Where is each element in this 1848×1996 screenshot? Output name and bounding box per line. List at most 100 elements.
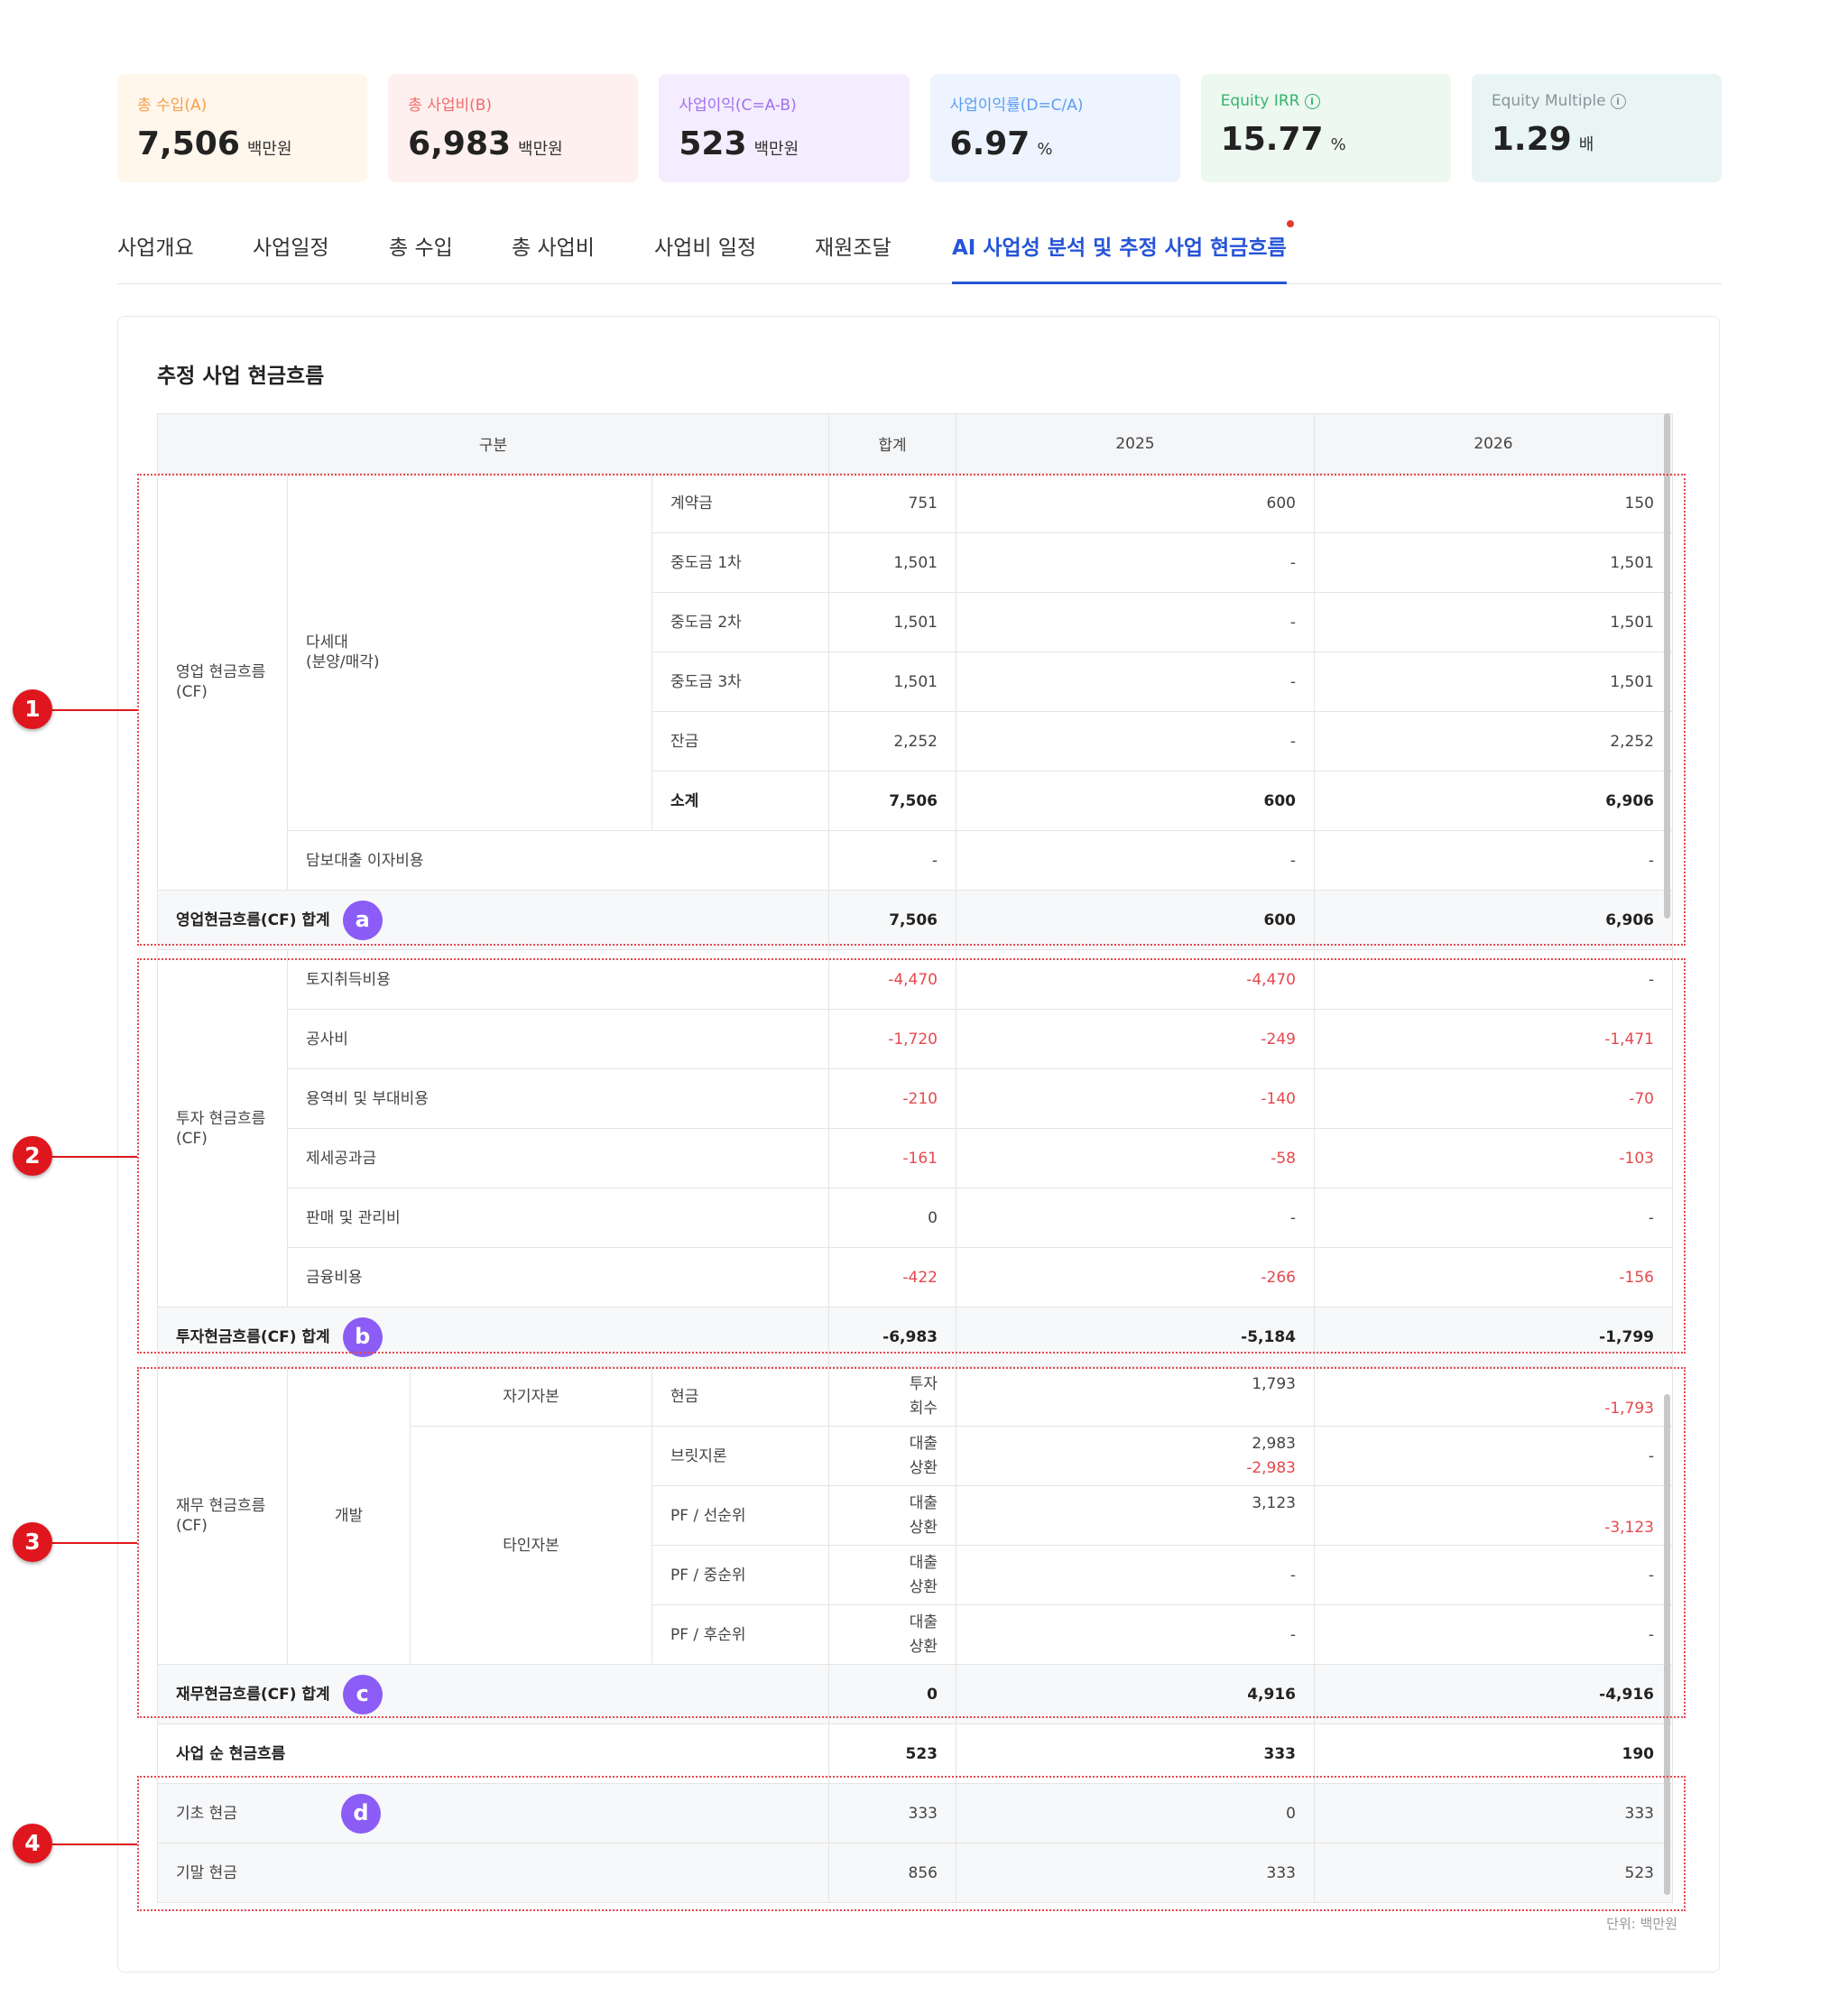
row-label: 제세공과금 <box>287 1128 829 1188</box>
badge-b: b <box>342 1317 383 1357</box>
tab-cost-schedule[interactable]: 사업비 일정 <box>654 226 756 282</box>
investing-total-label: 투자현금흐름(CF) 합계 b <box>157 1307 829 1367</box>
kpi-unit: 백만원 <box>753 140 799 159</box>
cell-total: 333 <box>828 1783 956 1844</box>
cell-2025: -249 <box>956 1009 1315 1069</box>
row-label: 계약금 <box>651 473 829 533</box>
cell-total: 751 <box>828 473 956 533</box>
kpi-summary: 총 수입(A) 7,506 백만원 총 사업비(B) 6,983 백만원 사업이익(… <box>117 74 1723 182</box>
tab-total-revenue[interactable]: 총 수입 <box>389 226 453 282</box>
table-row: 공사비 -1,720 -249 -1,471 <box>158 1009 1673 1069</box>
cell-2026: 333 <box>1314 1783 1673 1844</box>
cell-2026: 190 <box>1314 1723 1673 1784</box>
unit-note: 단위: 백만원 <box>1606 1916 1677 1932</box>
table-row-ending-cash: 기말 현금 856 333 523 <box>157 1843 1673 1903</box>
info-icon[interactable]: i <box>1304 93 1320 109</box>
total-label-text: 투자현금흐름(CF) 합계 <box>176 1327 330 1346</box>
table-scrollbar-top[interactable] <box>1664 413 1670 919</box>
cell-2026: 6,906 <box>1314 890 1673 950</box>
cell-2026: - <box>1314 949 1673 1010</box>
group-operating-cf: 영업 현금흐름 (CF) <box>157 473 288 891</box>
table-row: 투자 현금흐름 (CF) 토지취득비용 -4,470 -4,470 - <box>157 949 1673 1308</box>
value-a: 1,793 <box>1252 1374 1296 1393</box>
kpi-value: 6.97 <box>949 125 1030 162</box>
kpi-unit: 배 <box>1578 135 1594 154</box>
info-icon[interactable]: i <box>1610 93 1626 109</box>
kpi-card-total-cost: 총 사업비(B) 6,983 백만원 <box>388 74 639 182</box>
kpi-unit: % <box>1037 140 1053 159</box>
cell-2026: 1,501 <box>1314 651 1673 712</box>
tab-financing[interactable]: 재원조달 <box>815 226 892 282</box>
row-label: 소계 <box>651 771 829 831</box>
tab-overview[interactable]: 사업개요 <box>117 226 194 282</box>
tab-ai-analysis-label: AI 사업성 분석 및 추정 사업 현금흐름 <box>952 236 1287 260</box>
marker-line-2 <box>52 1156 137 1158</box>
panel-title: 추정 사업 현금흐름 <box>157 365 325 388</box>
cell-2026: -1,793 <box>1314 1366 1673 1427</box>
cell-total: 2,252 <box>828 711 956 772</box>
badge-d: d <box>340 1793 381 1834</box>
value-a <box>1333 1492 1654 1516</box>
tab-schedule[interactable]: 사업일정 <box>253 226 329 282</box>
row-label: 중도금 1차 <box>651 532 829 593</box>
kpi-unit: % <box>1330 135 1346 154</box>
cell-total: - <box>828 830 956 891</box>
group-financing-cf: 재무 현금흐름 (CF) <box>157 1366 288 1665</box>
cell-total: 1,501 <box>828 592 956 652</box>
row-label: 브릿지론 <box>651 1426 829 1486</box>
cell-total: 7,506 <box>828 771 956 831</box>
cell-total: 0 <box>828 1187 956 1248</box>
group-investing-cf: 투자 현금흐름 (CF) <box>157 949 288 1308</box>
table-scrollbar-bottom[interactable] <box>1664 1394 1670 1895</box>
cell-total: -1,720 <box>828 1009 956 1069</box>
cell-2026: - <box>1314 1187 1673 1248</box>
row-label: 잔금 <box>651 711 829 772</box>
table-row-operating-total: 영업현금흐름(CF) 합계 a 7,506 600 6,906 <box>157 890 1673 950</box>
cell-2026: -1,799 <box>1314 1307 1673 1367</box>
tab-total-cost[interactable]: 총 사업비 <box>512 226 595 282</box>
kpi-label: 총 수입(A) <box>137 97 208 115</box>
row-label: 담보대출 이자비용 <box>287 830 829 891</box>
value-b <box>975 1397 1296 1421</box>
tab-ai-analysis[interactable]: AI 사업성 분석 및 추정 사업 현금흐름 <box>952 220 1294 284</box>
cell-2025: 600 <box>956 890 1315 950</box>
kpi-value: 15.77 <box>1220 121 1324 158</box>
kpi-unit: 백만원 <box>518 140 563 159</box>
cell-2025: - <box>956 830 1315 891</box>
subgroup-multifamily: 다세대 (분양/매각) <box>287 473 652 831</box>
kpi-label: 사업이익률(D=C/A) <box>949 97 1084 115</box>
cell-2026: -103 <box>1314 1128 1673 1188</box>
table-row: 재무 현금흐름 (CF) 개발 자기자본 현금 투자 회수 1,793 -1,79… <box>157 1366 1673 1665</box>
cell-2026: - <box>1314 830 1673 891</box>
kpi-value: 1.29 <box>1491 121 1572 158</box>
debt-label: 타인자본 <box>410 1426 652 1665</box>
row-label: PF / 후순위 <box>651 1604 829 1665</box>
cell-total: -161 <box>828 1128 956 1188</box>
total-label-text: 재무현금흐름(CF) 합계 <box>176 1685 330 1704</box>
kpi-label: Equity Multiple i <box>1492 92 1702 110</box>
row-label: 용역비 및 부대비용 <box>287 1068 829 1129</box>
net-cashflow-label: 사업 순 현금흐름 <box>157 1723 829 1784</box>
cell-2026: 150 <box>1314 473 1673 533</box>
cell-total: 1,501 <box>828 532 956 593</box>
cell-total: -422 <box>828 1247 956 1308</box>
cell-2025: 0 <box>956 1783 1315 1844</box>
cell-total: 523 <box>828 1723 956 1784</box>
kind-b: 상환 <box>909 1518 938 1537</box>
tab-bar: 사업개요 사업일정 총 수입 총 사업비 사업비 일정 재원조달 AI 사업성 … <box>117 220 1722 284</box>
kind-a: 대출 <box>909 1493 938 1512</box>
cell-2026: 2,252 <box>1314 711 1673 772</box>
cell-2025: 1,793 <box>956 1366 1315 1427</box>
cell-2025: - <box>956 1604 1315 1665</box>
table-row: 영업 현금흐름 (CF) 다세대 (분양/매각) 계약금 751 600 150 <box>157 473 1673 891</box>
row-label: 토지취득비용 <box>287 949 829 1010</box>
row-label: 판매 및 관리비 <box>287 1187 829 1248</box>
kind-a: 투자 <box>909 1374 938 1393</box>
cell-2025: 3,123 <box>956 1485 1315 1546</box>
cell-2026: -1,471 <box>1314 1009 1673 1069</box>
table-row-investing-total: 투자현금흐름(CF) 합계 b -6,983 -5,184 -1,799 <box>157 1307 1673 1367</box>
cell-2025: 600 <box>956 473 1315 533</box>
kpi-label: 총 사업비(B) <box>408 97 493 115</box>
cell-2026: 523 <box>1314 1843 1673 1903</box>
badge-a: a <box>342 900 383 940</box>
